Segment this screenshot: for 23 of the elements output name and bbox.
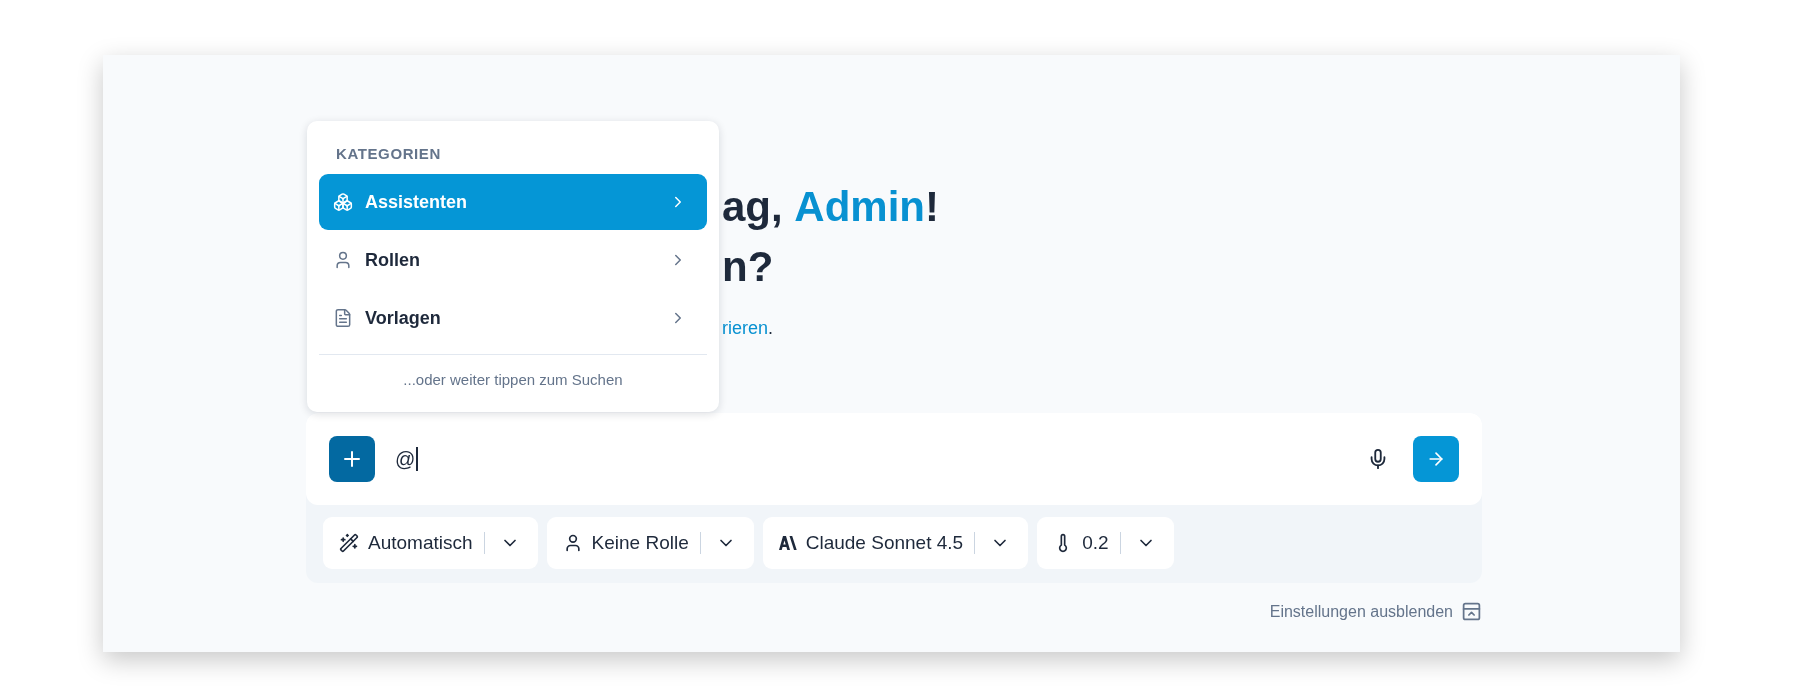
- model-logo-icon: [778, 536, 797, 550]
- settings-dropdown[interactable]: Automatisch: [323, 517, 538, 569]
- hide-settings-button[interactable]: Einstellungen ausblenden: [1269, 601, 1482, 622]
- subtitle-text: .: [768, 317, 774, 339]
- message-input[interactable]: @: [395, 447, 1347, 471]
- magic-wand-icon: [339, 533, 359, 553]
- greeting-text: !: [925, 182, 939, 232]
- user-name: Admin: [794, 182, 925, 232]
- search-hint: ...oder weiter tippen zum Suchen: [402, 371, 624, 388]
- settings-dropdown[interactable]: Claude Sonnet 4.5: [762, 517, 1029, 569]
- cubes-icon: [333, 192, 353, 212]
- user-icon: [333, 250, 353, 270]
- settings-dropdown[interactable]: Keine Rolle: [546, 517, 754, 569]
- menu-item[interactable]: Rollen: [319, 232, 707, 288]
- settings-dropdown[interactable]: 0.2: [1037, 517, 1174, 569]
- document-icon: [333, 308, 353, 328]
- collapse-panel-icon: [1461, 601, 1482, 622]
- question-text: n?: [722, 242, 774, 292]
- menu-header: KATEGORIEN: [335, 145, 442, 164]
- add-button[interactable]: [329, 436, 375, 482]
- menu-item[interactable]: Vorlagen: [319, 290, 707, 346]
- greeting-text: ag,: [722, 182, 784, 232]
- send-button[interactable]: [1413, 436, 1459, 482]
